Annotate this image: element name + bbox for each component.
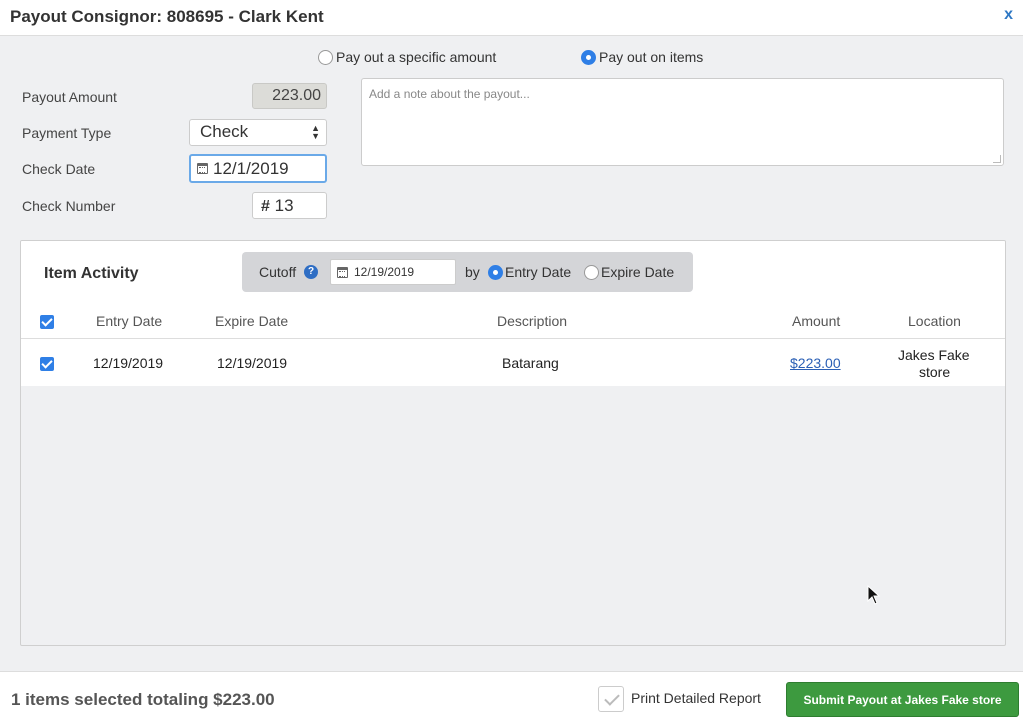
radio-icon	[318, 49, 333, 65]
check-number-value: 13	[274, 196, 294, 215]
cursor-icon	[867, 585, 881, 605]
row-expire-date: 12/19/2019	[217, 355, 288, 371]
row-location-line2: store	[919, 364, 951, 380]
select-all-checkbox[interactable]	[40, 315, 54, 329]
row-description: Batarang	[502, 355, 559, 371]
resize-grip-icon[interactable]	[993, 155, 1001, 163]
payout-amount-label: Payout Amount	[22, 89, 117, 105]
column-header-description[interactable]: Description	[497, 313, 567, 329]
column-header-location[interactable]: Location	[908, 313, 961, 329]
pay-on-items-radio[interactable]: Pay out on items	[581, 49, 703, 65]
row-amount-link[interactable]: $223.00	[790, 355, 841, 371]
payout-note-textarea[interactable]	[361, 78, 1004, 166]
dialog-title: Payout Consignor: 808695 - Clark Kent	[10, 7, 324, 26]
by-label: by	[465, 264, 480, 280]
payment-type-select[interactable]: Check ▲ ▼	[189, 119, 327, 146]
check-date-label: Check Date	[22, 161, 96, 177]
expire-date-option-label: Expire Date	[601, 264, 675, 280]
entry-date-option-label: Entry Date	[505, 264, 572, 280]
dialog-header: Payout Consignor: 808695 - Clark Kent x	[0, 0, 1023, 36]
calendar-icon	[197, 163, 208, 174]
cutoff-date-input[interactable]: 12/19/2019	[330, 259, 456, 285]
row-entry-date: 12/19/2019	[93, 355, 164, 371]
entry-date-radio[interactable]: Entry Date	[488, 264, 571, 280]
header-divider	[21, 338, 1005, 339]
dialog-footer: 1 items selected totaling $223.00 Print …	[0, 671, 1023, 722]
check-number-label: Check Number	[22, 198, 116, 214]
close-icon[interactable]: x	[1004, 6, 1013, 24]
pay-on-items-label: Pay out on items	[599, 49, 704, 65]
payment-type-value: Check	[200, 122, 249, 141]
submit-payout-button[interactable]: Submit Payout at Jakes Fake store	[786, 682, 1019, 717]
pay-specific-amount-label: Pay out a specific amount	[336, 49, 497, 65]
item-activity-title: Item Activity	[44, 265, 139, 282]
check-date-input[interactable]: 12/1/2019	[189, 154, 327, 183]
hash-icon: #	[261, 198, 270, 215]
radio-selected-icon	[581, 49, 596, 65]
row-checkbox[interactable]	[40, 357, 54, 371]
check-number-input[interactable]: # 13	[252, 192, 327, 219]
cutoff-label: Cutoff	[259, 264, 297, 280]
column-header-expire-date[interactable]: Expire Date	[215, 313, 288, 329]
expire-date-radio[interactable]: Expire Date	[584, 264, 674, 280]
payment-type-label: Payment Type	[22, 125, 112, 141]
pay-specific-amount-radio[interactable]: Pay out a specific amount	[318, 49, 496, 65]
print-report-checkbox[interactable]	[598, 686, 624, 712]
item-activity-panel: Item Activity Cutoff ? 12/19/2019 by Ent…	[20, 240, 1006, 646]
select-arrows-icon: ▲ ▼	[311, 123, 320, 141]
row-location-line1: Jakes Fake	[898, 347, 970, 363]
print-report-label[interactable]: Print Detailed Report	[631, 690, 761, 706]
calendar-icon	[337, 266, 348, 278]
radio-icon	[584, 264, 599, 280]
column-header-entry-date[interactable]: Entry Date	[96, 313, 162, 329]
radio-selected-icon	[488, 264, 503, 280]
help-icon[interactable]: ?	[304, 265, 318, 279]
cutoff-date-value: 12/19/2019	[354, 265, 415, 279]
selection-summary: 1 items selected totaling $223.00	[11, 690, 275, 709]
cutoff-toolbar: Cutoff ? 12/19/2019 by Entry Date Expire…	[242, 252, 693, 292]
payout-amount-field: 223.00	[252, 83, 327, 109]
item-activity-table: Item Activity Cutoff ? 12/19/2019 by Ent…	[21, 241, 1005, 386]
check-date-value: 12/1/2019	[213, 158, 289, 178]
column-header-amount[interactable]: Amount	[792, 313, 840, 329]
